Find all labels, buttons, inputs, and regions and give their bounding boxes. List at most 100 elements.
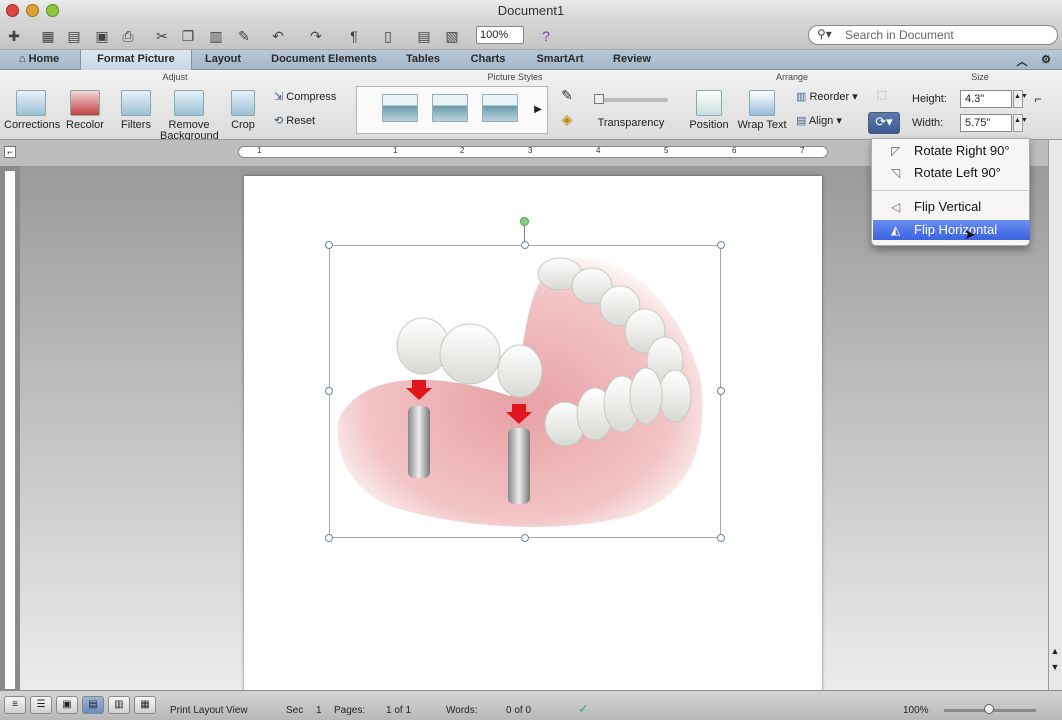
align-button[interactable]: ▤ Align ▾ [796,116,866,127]
reset-label: Reset [286,115,316,127]
tab-format-picture[interactable]: Format Picture [80,50,192,70]
height-field[interactable]: 4.3" [960,90,1012,108]
corrections-label: Corrections [4,119,61,131]
resize-handle-bottom-right[interactable] [717,534,725,542]
position-label: Position [689,119,729,131]
picture-border-icon[interactable]: ✎ [556,88,578,102]
paragraph-marks-icon[interactable]: ¶ [344,26,364,46]
toolbox-icon[interactable]: ▧ [442,26,462,46]
tab-review[interactable]: Review [604,50,660,70]
new-document-icon[interactable]: ✚ [4,26,24,46]
tab-layout[interactable]: Layout [196,50,250,70]
corrections-button[interactable]: Corrections [4,90,61,131]
title-bar: Document1 [0,0,1062,22]
remove-background-icon [174,90,204,116]
save-icon[interactable]: ▣ [92,26,112,46]
resize-handle-bottom[interactable] [521,534,529,542]
lock-aspect-icon[interactable]: ⌐ [1030,93,1046,105]
search-input[interactable]: ⚲▾ Search in Document [808,25,1058,45]
width-stepper[interactable]: ▲▼ [1013,114,1028,132]
picture-effects-icon[interactable]: ◈ [556,112,578,126]
menu-item-rotate-right[interactable]: ◸ Rotate Right 90° [873,141,1030,161]
ruler-number: 1 [257,146,262,155]
horizontal-ruler[interactable]: 1 1 2 3 4 5 6 7 [238,146,828,158]
menu-item-rotate-left[interactable]: ◹ Rotate Left 90° [873,163,1030,183]
resize-handle-top-right[interactable] [717,241,725,249]
reorder-button[interactable]: ▥ Reorder ▾ [796,92,866,103]
resize-handle-top-left[interactable] [325,241,333,249]
scroll-up-icon[interactable]: ▲ [1049,646,1061,656]
vertical-scrollbar[interactable]: ▲ ▼ [1048,140,1062,690]
recolor-button[interactable]: Recolor [62,90,108,131]
tab-charts[interactable]: Charts [460,50,516,70]
rotation-handle[interactable] [520,217,529,226]
filters-button[interactable]: Filters [114,90,158,131]
height-stepper[interactable]: ▲▼ [1013,90,1028,108]
resize-handle-left[interactable] [325,387,333,395]
position-button[interactable]: Position [688,90,730,131]
reorder-icon: ▥ [796,91,810,103]
flip-horizontal-icon: ◭ [891,223,901,237]
compress-label: Compress [286,91,337,103]
menu-item-flip-horizontal[interactable]: ◭ Flip Horizontal [873,220,1030,240]
resize-handle-top[interactable] [521,241,529,249]
tab-home-label: Home [28,53,60,65]
paste-icon[interactable]: ▥ [206,26,226,46]
crop-button[interactable]: Crop [224,90,262,131]
picture-selection-frame[interactable] [329,245,721,538]
menu-separator [872,190,1029,191]
help-icon[interactable]: ? [536,26,556,46]
full-screen-view-button[interactable]: ▦ [134,696,156,714]
notebook-view-button[interactable]: ▥ [108,696,130,714]
rotate-button[interactable]: ⟳▾ [868,112,900,134]
tab-smartart[interactable]: SmartArt [526,50,594,70]
sidebar-toggle-icon[interactable]: ▯ [378,26,398,46]
format-painter-icon[interactable]: ✎ [234,26,254,46]
wrap-text-button[interactable]: Wrap Text [736,90,788,131]
tab-document-elements[interactable]: Document Elements [260,50,388,70]
print-layout-view-button[interactable]: ▤ [82,696,104,714]
vertical-ruler[interactable] [4,170,16,690]
gallery-icon[interactable]: ▤ [414,26,434,46]
crop-label: Crop [231,119,255,131]
section-value: 1 [316,705,322,716]
gallery-next-icon[interactable]: ▶ [530,104,546,115]
transparency-slider-thumb[interactable] [594,94,604,104]
ribbon-settings-icon[interactable]: ⚙ [1034,50,1058,70]
copy-icon[interactable]: ❐ [178,26,198,46]
group-icon[interactable]: ⬚ [872,90,892,101]
tab-stop-selector-icon[interactable]: ⌐ [4,146,16,158]
remove-background-button[interactable]: Remove Background [160,90,219,142]
reset-button[interactable]: ⟲ Reset [274,116,348,127]
resize-handle-bottom-left[interactable] [325,534,333,542]
print-icon[interactable]: ⎙ [118,26,138,46]
zoom-field[interactable]: 100% [476,26,524,44]
undo-icon[interactable]: ↶ [268,26,288,46]
picture-style-3[interactable] [482,94,518,122]
open-icon[interactable]: ▤ [64,26,84,46]
tab-home[interactable]: ⌂ Home [4,50,74,70]
publishing-view-button[interactable]: ▣ [56,696,78,714]
scroll-down-icon[interactable]: ▼ [1049,662,1061,672]
zoom-slider-thumb[interactable] [984,704,994,714]
spelling-check-icon[interactable]: ✓ [578,701,589,717]
width-field[interactable]: 5.75" [960,114,1012,132]
tab-tables[interactable]: Tables [396,50,450,70]
menu-item-flip-vertical[interactable]: ◁ Flip Vertical [873,197,1030,217]
draft-view-button[interactable]: ≡ [4,696,26,714]
crop-icon [231,90,255,116]
search-icon: ⚲▾ [817,27,832,41]
cut-icon[interactable]: ✂ [152,26,172,46]
outline-view-button[interactable]: ☰ [30,696,52,714]
collapse-ribbon-icon[interactable]: ︿ [1012,50,1032,70]
resize-handle-right[interactable] [717,387,725,395]
compress-button[interactable]: ⇲ Compress [274,92,348,103]
picture-style-1[interactable] [382,94,418,122]
group-title-size: Size [971,72,989,82]
redo-icon[interactable]: ↷ [306,26,326,46]
picture-style-2[interactable] [432,94,468,122]
recolor-icon [70,90,100,116]
align-label: Align [808,115,834,127]
transparency-slider[interactable] [594,98,668,102]
templates-icon[interactable]: ▦ [38,26,58,46]
